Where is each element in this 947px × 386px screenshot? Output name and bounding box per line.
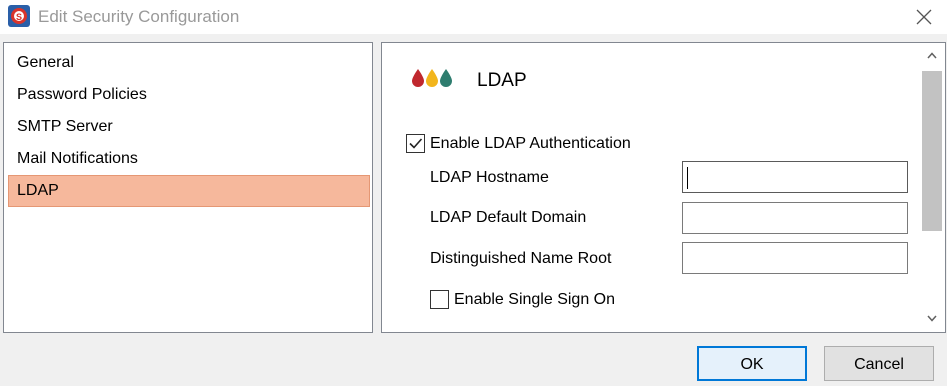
edit-security-configuration-dialog: S Edit Security Configuration General Pa… (0, 0, 947, 386)
distinguished-name-root-label: Distinguished Name Root (430, 250, 612, 267)
title-bar: S Edit Security Configuration (0, 0, 947, 34)
ldap-default-domain-input[interactable] (682, 202, 908, 234)
checkmark-icon (409, 138, 423, 149)
close-button[interactable] (901, 0, 947, 34)
nav-item-label: General (17, 54, 74, 71)
chevron-down-icon (927, 315, 937, 322)
cancel-button[interactable]: Cancel (824, 346, 934, 381)
close-icon (916, 9, 932, 25)
ldap-hostname-input[interactable] (682, 161, 908, 193)
enable-ldap-checkbox[interactable] (406, 134, 425, 153)
nav-item-ldap[interactable]: LDAP (8, 175, 370, 207)
scroll-up-button[interactable] (919, 43, 945, 69)
text-caret (687, 167, 688, 189)
vertical-scrollbar[interactable] (919, 43, 945, 332)
scroll-down-button[interactable] (919, 306, 945, 332)
distinguished-name-root-input[interactable] (682, 242, 908, 274)
enable-ldap-label: Enable LDAP Authentication (430, 135, 631, 152)
ok-button[interactable]: OK (697, 346, 807, 381)
chevron-up-icon (927, 52, 937, 59)
window-title: Edit Security Configuration (38, 7, 240, 26)
nav-item-label: SMTP Server (17, 118, 113, 135)
nav-item-smtp-server[interactable]: SMTP Server (8, 111, 370, 143)
scroll-thumb[interactable] (922, 71, 942, 231)
nav-item-general[interactable]: General (8, 47, 370, 79)
nav-item-label: Mail Notifications (17, 150, 138, 167)
enable-sso-checkbox[interactable] (430, 290, 449, 309)
ldap-settings-panel: LDAP Enable LDAP Authentication LDAP Hos… (381, 42, 946, 333)
nav-item-password-policies[interactable]: Password Policies (8, 79, 370, 111)
ldap-default-domain-label: LDAP Default Domain (430, 209, 587, 226)
section-title: LDAP (477, 70, 527, 91)
enable-sso-label: Enable Single Sign On (454, 291, 615, 308)
droplets-icon (412, 69, 452, 87)
app-logo-icon: S (8, 5, 30, 27)
settings-category-list: General Password Policies SMTP Server Ma… (3, 42, 373, 333)
nav-item-mail-notifications[interactable]: Mail Notifications (8, 143, 370, 175)
nav-item-label: LDAP (17, 182, 59, 199)
svg-text:S: S (16, 12, 22, 22)
ldap-hostname-label: LDAP Hostname (430, 169, 549, 186)
nav-item-label: Password Policies (17, 86, 147, 103)
